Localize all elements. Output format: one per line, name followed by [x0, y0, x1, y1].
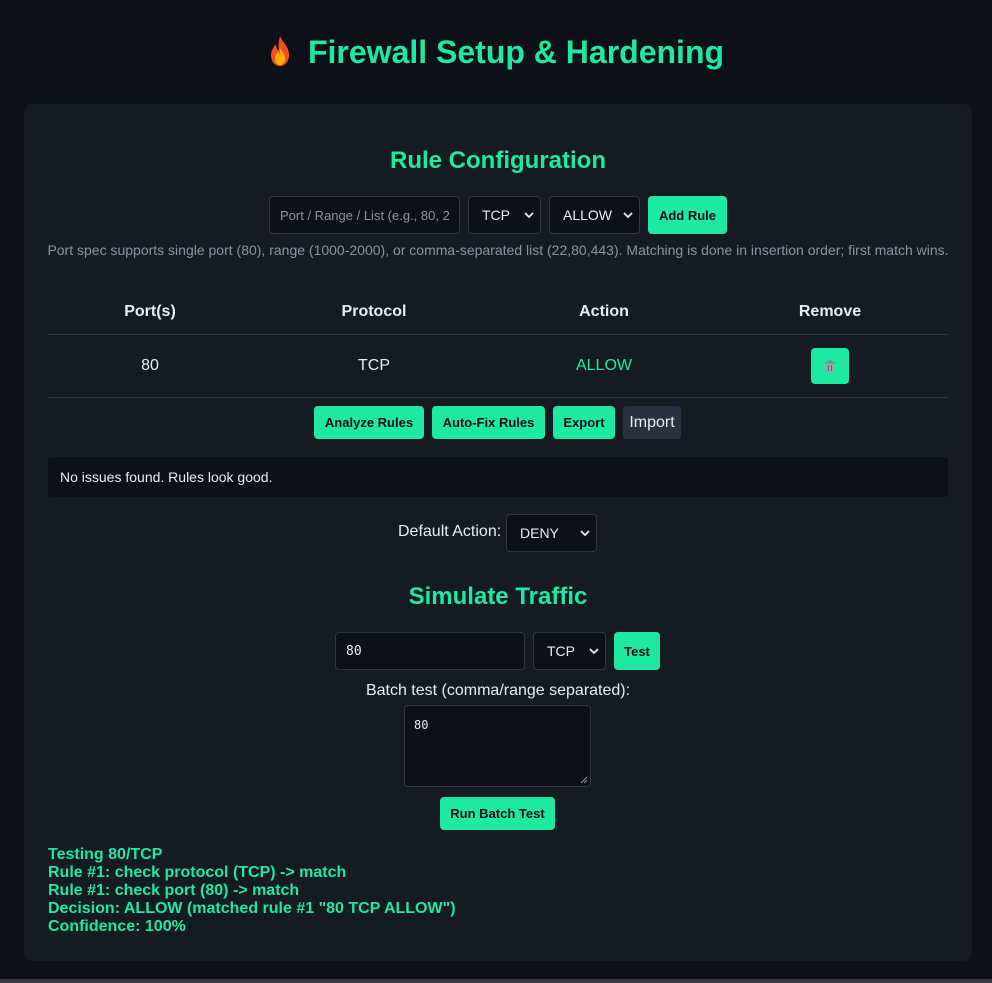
batch-test-textarea[interactable]: 80: [404, 705, 591, 787]
log-line: Decision: ALLOW (matched rule #1 "80 TCP…: [48, 900, 456, 917]
test-protocol-select[interactable]: TCP: [533, 632, 606, 670]
rule-port-cell: 80: [141, 357, 159, 374]
flame-icon: [270, 36, 289, 66]
page-title-text: Firewall Setup & Hardening: [307, 34, 725, 70]
simulate-traffic-heading: Simulate Traffic: [408, 583, 588, 610]
import-button[interactable]: Import: [623, 406, 681, 439]
auto-fix-rules-button[interactable]: Auto-Fix Rules: [432, 406, 545, 439]
rule-action-cell: ALLOW: [575, 357, 632, 374]
chevron-down-icon: [580, 530, 590, 536]
default-action-select[interactable]: DENY: [506, 514, 597, 552]
batch-test-label: Batch test (comma/range separated):: [365, 682, 631, 699]
export-button[interactable]: Export: [553, 406, 615, 439]
rule-protocol-cell: TCP: [358, 357, 390, 374]
table-row-divider: [48, 397, 948, 398]
port-spec-input[interactable]: [269, 196, 460, 234]
rule-config-heading: Rule Configuration: [390, 147, 606, 174]
default-action-value: DENY: [520, 525, 559, 541]
test-protocol-value: TCP: [547, 643, 575, 659]
column-header-ports: Port(s): [124, 303, 176, 320]
test-button[interactable]: Test: [614, 632, 660, 670]
column-header-protocol: Protocol: [341, 303, 407, 320]
analysis-result: No issues found. Rules look good.: [48, 457, 948, 497]
chevron-down-icon: [589, 648, 599, 654]
table-header-divider: [48, 334, 948, 335]
run-batch-test-button[interactable]: Run Batch Test: [440, 797, 555, 830]
log-line: Testing 80/TCP: [48, 846, 163, 863]
column-header-remove: Remove: [798, 303, 862, 320]
log-line: Rule #1: check port (80) -> match: [48, 882, 300, 899]
window-bottom-edge: [0, 979, 992, 983]
batch-test-value: 80: [414, 718, 429, 732]
page-title: Firewall Setup & Hardening: [0, 32, 992, 72]
simulation-log: Testing 80/TCP Rule #1: check protocol (…: [48, 846, 948, 936]
chevron-down-icon: [623, 212, 633, 218]
log-line: Confidence: 100%: [48, 918, 186, 935]
main-card: Rule Configuration TCP ALLOW Add Rule Po…: [24, 104, 972, 961]
default-action-label: Default Action:: [398, 523, 502, 540]
log-line: Rule #1: check protocol (TCP) -> match: [48, 864, 347, 881]
column-header-action: Action: [579, 303, 629, 320]
add-rule-button[interactable]: Add Rule: [648, 196, 727, 234]
resize-grip-icon[interactable]: [580, 776, 588, 784]
action-select-value: ALLOW: [563, 207, 613, 223]
protocol-select-value: TCP: [482, 207, 510, 223]
port-spec-hint: Port spec supports single port (80), ran…: [47, 242, 949, 258]
protocol-select[interactable]: TCP: [468, 196, 541, 234]
test-port-input[interactable]: [335, 632, 525, 670]
action-select[interactable]: ALLOW: [549, 196, 640, 234]
chevron-down-icon: [524, 212, 534, 218]
analyze-rules-button[interactable]: Analyze Rules: [314, 406, 424, 439]
trash-icon: [825, 360, 835, 372]
remove-rule-button[interactable]: [811, 348, 849, 384]
